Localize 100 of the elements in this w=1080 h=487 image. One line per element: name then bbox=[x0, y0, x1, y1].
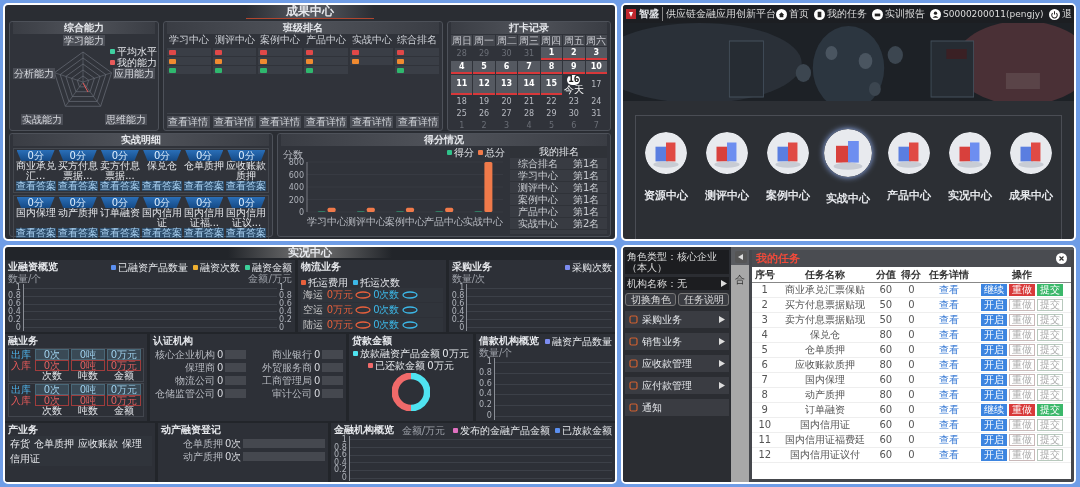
calendar-day[interactable]: 25 bbox=[451, 108, 473, 119]
answer-button[interactable]: 查看答案 bbox=[99, 228, 140, 238]
center-tile[interactable]: 实况中心 bbox=[939, 130, 1000, 208]
action-button[interactable]: 开启 bbox=[981, 434, 1008, 446]
calendar-day[interactable]: 24 bbox=[585, 96, 607, 107]
calendar-day[interactable]: 2 bbox=[563, 47, 585, 60]
center-tile[interactable]: 实战中心 bbox=[818, 127, 879, 208]
calendar-day[interactable]: 30 bbox=[563, 108, 585, 119]
calendar-day[interactable]: 14 bbox=[518, 75, 540, 95]
nav-link[interactable]: 我的任务 bbox=[814, 7, 867, 21]
view-link[interactable]: 查看 bbox=[938, 284, 959, 295]
answer-button[interactable]: 查看答案 bbox=[57, 228, 98, 238]
view-link[interactable]: 查看 bbox=[938, 419, 959, 430]
action-button[interactable]: 开启 bbox=[981, 329, 1008, 341]
action-button[interactable]: 开启 bbox=[981, 419, 1008, 431]
view-link[interactable]: 查看 bbox=[938, 314, 959, 325]
calendar-day[interactable]: 18 bbox=[451, 96, 473, 107]
organization-field[interactable]: 机构名称：无 bbox=[625, 277, 729, 290]
calendar-day[interactable]: 3 bbox=[585, 47, 607, 60]
calendar-day[interactable]: 28 bbox=[518, 108, 540, 119]
legend-label: 融资次数 bbox=[199, 261, 240, 273]
center-tile[interactable]: 产品中心 bbox=[879, 130, 940, 208]
action-button[interactable]: 开启 bbox=[981, 344, 1008, 356]
calendar-day[interactable]: 27 bbox=[495, 108, 518, 119]
nav-link[interactable]: S0000200011(pengjy) bbox=[930, 7, 1044, 21]
view-link[interactable]: 查看 bbox=[938, 344, 959, 355]
nav-link[interactable]: 退 bbox=[1048, 7, 1072, 21]
action-button[interactable]: 开启 bbox=[981, 299, 1008, 311]
action-button[interactable]: 开启 bbox=[981, 314, 1008, 326]
center-tile[interactable]: 资源中心 bbox=[636, 130, 697, 208]
calendar-day[interactable]: 23 bbox=[563, 96, 585, 107]
answer-button[interactable]: 查看答案 bbox=[142, 228, 183, 238]
view-link[interactable]: 查看 bbox=[938, 389, 959, 400]
menu-item[interactable]: 应付款管理 bbox=[625, 377, 729, 394]
details-button[interactable]: 查看详情 bbox=[350, 116, 394, 128]
answer-button[interactable]: 查看答案 bbox=[99, 181, 140, 191]
answer-button[interactable]: 查看答案 bbox=[184, 228, 225, 238]
view-link[interactable]: 查看 bbox=[938, 329, 959, 340]
answer-button[interactable]: 查看答案 bbox=[142, 181, 183, 191]
answer-button[interactable]: 查看答案 bbox=[184, 181, 225, 191]
caption: 金额 bbox=[113, 371, 135, 381]
action-button[interactable]: 重做 bbox=[1009, 284, 1036, 296]
view-link[interactable]: 查看 bbox=[938, 404, 959, 415]
view-link[interactable]: 查看 bbox=[938, 449, 959, 460]
menu-item[interactable]: 采购业务 bbox=[625, 311, 729, 328]
details-button[interactable]: 查看详情 bbox=[396, 116, 439, 128]
value-box: 0次 bbox=[35, 395, 69, 406]
sidebar-button[interactable]: 切换角色 bbox=[625, 293, 676, 306]
details-button[interactable]: 查看详情 bbox=[212, 116, 256, 128]
view-link[interactable]: 查看 bbox=[938, 299, 959, 310]
action-button[interactable]: 开启 bbox=[981, 359, 1008, 371]
calendar-day[interactable]: 9 bbox=[563, 61, 585, 74]
calendar-day[interactable]: 11 bbox=[451, 75, 473, 95]
action-button[interactable]: 继续 bbox=[981, 284, 1008, 296]
action-button[interactable]: 继续 bbox=[981, 404, 1008, 416]
menu-item[interactable]: 应收款管理 bbox=[625, 355, 729, 372]
nav-link[interactable]: 首页 bbox=[776, 7, 809, 21]
calendar-day[interactable]: 16 今天 bbox=[563, 75, 585, 95]
calendar-day[interactable]: 6 bbox=[495, 61, 518, 74]
answer-button[interactable]: 查看答案 bbox=[57, 181, 98, 191]
calendar-day[interactable]: 19 bbox=[473, 96, 495, 107]
calendar-day[interactable]: 1 bbox=[540, 47, 563, 60]
details-button[interactable]: 查看详情 bbox=[304, 116, 348, 128]
calendar-day[interactable]: 13 bbox=[495, 75, 518, 95]
center-tile[interactable]: 案例中心 bbox=[757, 130, 818, 208]
details-button[interactable]: 查看详情 bbox=[258, 116, 302, 128]
calendar-day[interactable]: 31 bbox=[585, 108, 607, 119]
nav-link[interactable]: 实训报告 bbox=[872, 7, 925, 21]
sidebar-button[interactable]: 任务说明 bbox=[678, 293, 729, 306]
action-button[interactable]: 重做 bbox=[1009, 404, 1036, 416]
calendar-day[interactable]: 17 bbox=[585, 75, 607, 95]
close-icon[interactable] bbox=[1056, 253, 1067, 264]
action-button[interactable]: 开启 bbox=[981, 449, 1008, 461]
action-button[interactable]: 开启 bbox=[981, 374, 1008, 386]
calendar-day[interactable]: 12 bbox=[473, 75, 495, 95]
calendar-day[interactable]: 20 bbox=[495, 96, 518, 107]
calendar-day[interactable]: 22 bbox=[540, 96, 563, 107]
view-link[interactable]: 查看 bbox=[938, 434, 959, 445]
value-label: 0 bbox=[217, 375, 224, 386]
answer-button[interactable]: 查看答案 bbox=[15, 228, 56, 238]
answer-button[interactable]: 查看答案 bbox=[226, 181, 267, 191]
calendar-day[interactable]: 8 bbox=[540, 61, 563, 74]
menu-item[interactable]: 通知 bbox=[625, 399, 729, 416]
calendar-day[interactable]: 10 bbox=[585, 61, 607, 74]
answer-button[interactable]: 查看答案 bbox=[15, 181, 56, 191]
calendar-day[interactable]: 15 bbox=[540, 75, 563, 95]
view-link[interactable]: 查看 bbox=[938, 374, 959, 385]
calendar-day[interactable]: 26 bbox=[473, 108, 495, 119]
view-link[interactable]: 查看 bbox=[938, 359, 959, 370]
calendar-day[interactable]: 29 bbox=[540, 108, 563, 119]
action-button[interactable]: 开启 bbox=[981, 389, 1008, 401]
center-tile[interactable]: 成果中心 bbox=[1000, 130, 1061, 208]
answer-button[interactable]: 查看答案 bbox=[226, 228, 267, 238]
calendar-day[interactable]: 5 bbox=[473, 61, 495, 74]
calendar-day[interactable]: 4 bbox=[451, 61, 473, 74]
calendar-day[interactable]: 21 bbox=[518, 96, 540, 107]
details-button[interactable]: 查看详情 bbox=[167, 116, 210, 128]
calendar-day[interactable]: 7 bbox=[518, 61, 540, 74]
menu-item[interactable]: 销售业务 bbox=[625, 333, 729, 350]
center-tile[interactable]: 测评中心 bbox=[697, 130, 758, 208]
